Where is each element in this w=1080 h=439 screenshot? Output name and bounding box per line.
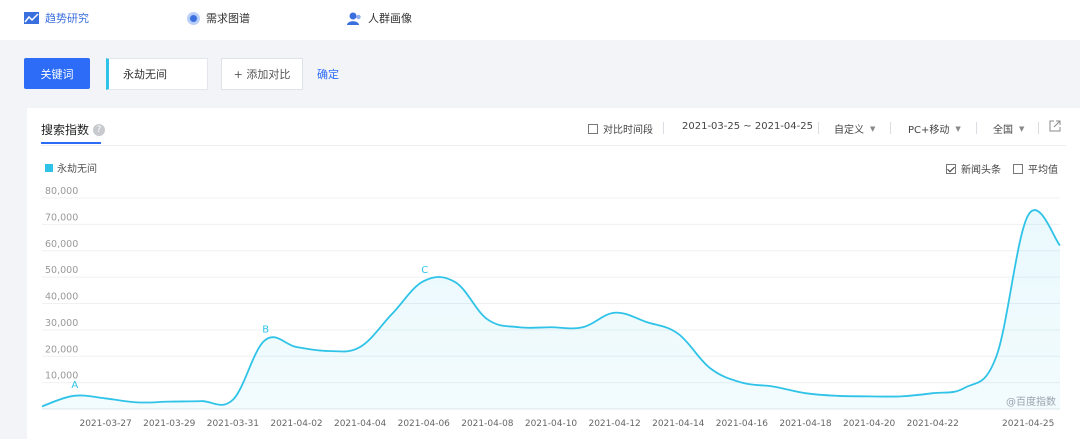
- x-tick-label: 2021-04-14: [652, 419, 705, 429]
- y-tick-label: 40,000: [45, 292, 78, 303]
- annotation-label: C: [421, 265, 428, 276]
- x-tick-label: 2021-04-12: [588, 419, 640, 429]
- x-tick-label: 2021-04-18: [779, 419, 832, 429]
- x-tick-label: 2021-04-22: [907, 419, 959, 429]
- x-tick-label: 2021-03-27: [79, 419, 131, 429]
- y-tick-label: 20,000: [45, 344, 78, 355]
- x-tick-label: 2021-04-08: [461, 419, 514, 429]
- x-tick-label: 2021-04-16: [716, 419, 769, 429]
- annotation-label: A: [71, 380, 78, 391]
- x-tick-label: 2021-04-04: [334, 419, 387, 429]
- y-tick-label: 30,000: [45, 318, 78, 329]
- x-tick-label: 2021-04-10: [525, 419, 578, 429]
- x-tick-label: 2021-04-20: [843, 419, 896, 429]
- y-tick-label: 60,000: [45, 239, 78, 250]
- annotation-label: B: [262, 324, 269, 335]
- search-index-chart: 10,00020,00030,00040,00050,00060,00070,0…: [41, 186, 1061, 429]
- x-tick-label: 2021-04-25: [1002, 419, 1054, 429]
- x-tick-label: 2021-03-29: [143, 419, 196, 429]
- y-tick-label: 80,000: [45, 186, 78, 197]
- series-area-fill: [42, 210, 1060, 409]
- x-tick-label: 2021-03-31: [207, 419, 259, 429]
- y-tick-label: 50,000: [45, 265, 78, 276]
- x-tick-label: 2021-04-02: [270, 419, 322, 429]
- y-tick-label: 70,000: [45, 212, 78, 223]
- x-tick-label: 2021-04-06: [398, 419, 451, 429]
- watermark: @百度指数: [1006, 397, 1056, 408]
